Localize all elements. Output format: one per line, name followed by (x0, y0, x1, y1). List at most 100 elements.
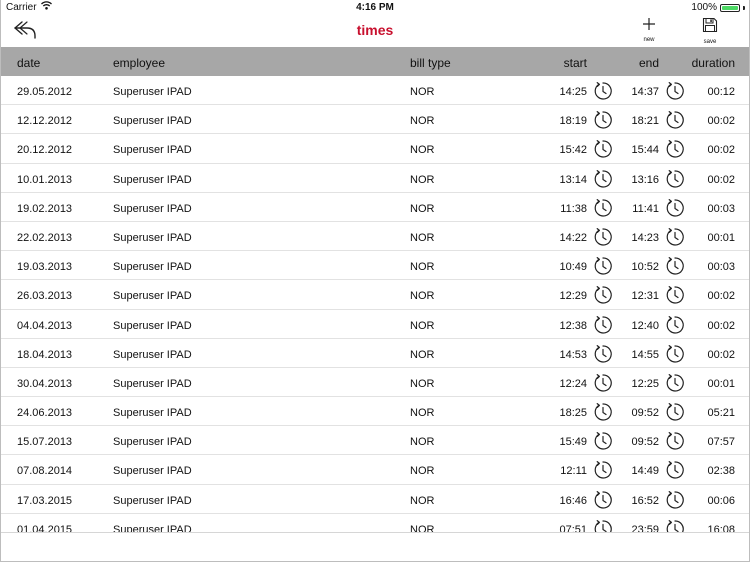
row-start-time: 07:51 (559, 523, 587, 532)
row-date: 15.07.2013 (17, 436, 73, 449)
table-row[interactable]: 18.04.2013 Superuser IPAD NOR 14:53 14:55 00:… (1, 339, 749, 368)
table-row[interactable]: 26.03.2013 Superuser IPAD NOR 12:29 12:31 00:… (1, 280, 749, 310)
row-employee: Superuser IPAD (113, 115, 192, 128)
row-duration: 05:21 (707, 407, 735, 420)
status-right: 100% (691, 0, 745, 15)
table-row[interactable]: 10.01.2013 Superuser IPAD NOR 13:14 13:16 00:… (1, 164, 749, 193)
clock-reset-icon[interactable] (665, 315, 685, 335)
row-bill-type: NOR (410, 290, 435, 303)
table-row[interactable]: 07.08.2014 Superuser IPAD NOR 12:11 14:49 02:… (1, 455, 749, 485)
floppy-disk-icon (702, 17, 718, 33)
row-duration: 00:02 (707, 319, 735, 332)
clock-reset-icon[interactable] (593, 373, 613, 393)
table-row[interactable]: 01.04.2015 Superuser IPAD NOR 07:51 23:59 16:… (1, 514, 749, 532)
row-end-time: 16:52 (631, 494, 659, 507)
clock-reset-icon[interactable] (593, 256, 613, 276)
clock-reset-icon[interactable] (665, 169, 685, 189)
clock-reset-icon[interactable] (665, 431, 685, 451)
table-row[interactable]: 22.02.2013 Superuser IPAD NOR 14:22 14:23 00:… (1, 222, 749, 252)
row-employee: Superuser IPAD (113, 173, 192, 186)
row-start-time: 14:53 (559, 348, 587, 361)
row-end-time: 14:55 (631, 348, 659, 361)
row-date: 19.03.2013 (17, 261, 73, 274)
clock-reset-icon[interactable] (665, 81, 685, 101)
status-bar: Carrier 4:16 PM 100% (1, 0, 749, 15)
row-end-time: 10:52 (631, 261, 659, 274)
clock-reset-icon[interactable] (593, 315, 613, 335)
clock-reset-icon[interactable] (593, 490, 613, 510)
clock-reset-icon[interactable] (593, 431, 613, 451)
table-row[interactable]: 29.05.2012 Superuser IPAD NOR 14:25 14:37 00:… (1, 76, 749, 106)
clock-reset-icon[interactable] (665, 519, 685, 532)
times-list[interactable]: 29.05.2012 Superuser IPAD NOR 14:25 14:37 00:… (1, 76, 749, 532)
battery-icon (720, 3, 740, 12)
row-end-time: 09:52 (631, 436, 659, 449)
column-header-bill-type[interactable]: bill type (410, 56, 451, 70)
row-date: 17.03.2015 (17, 494, 73, 507)
clock-reset-icon[interactable] (665, 198, 685, 218)
table-header: date employee bill type start end durati… (1, 47, 749, 76)
save-button[interactable]: save (690, 17, 730, 45)
times-screen: Carrier 4:16 PM 100% times new save date… (0, 0, 750, 562)
row-bill-type: NOR (410, 231, 435, 244)
clock-reset-icon[interactable] (593, 227, 613, 247)
clock-reset-icon[interactable] (665, 227, 685, 247)
row-bill-type: NOR (410, 319, 435, 332)
clock-reset-icon[interactable] (593, 169, 613, 189)
table-row[interactable]: 15.07.2013 Superuser IPAD NOR 15:49 09:52 07:… (1, 426, 749, 456)
clock-reset-icon[interactable] (665, 373, 685, 393)
table-row[interactable]: 19.03.2013 Superuser IPAD NOR 10:49 10:52 00:… (1, 251, 749, 281)
clock-reset-icon[interactable] (665, 460, 685, 480)
clock-reset-icon[interactable] (593, 198, 613, 218)
clock-reset-icon[interactable] (665, 139, 685, 159)
clock-reset-icon[interactable] (665, 285, 685, 305)
row-bill-type: NOR (410, 86, 435, 98)
row-start-time: 12:24 (559, 377, 587, 390)
clock-reset-icon[interactable] (593, 110, 613, 130)
clock-reset-icon[interactable] (593, 139, 613, 159)
row-end-time: 12:40 (631, 319, 659, 332)
row-start-time: 13:14 (559, 173, 587, 186)
row-start-time: 18:25 (559, 407, 587, 420)
row-duration: 00:03 (707, 202, 735, 215)
clock-reset-icon[interactable] (593, 285, 613, 305)
row-duration: 00:02 (707, 173, 735, 186)
row-end-time: 14:37 (631, 86, 659, 98)
clock-reset-icon[interactable] (665, 402, 685, 422)
table-row[interactable]: 12.12.2012 Superuser IPAD NOR 18:19 18:21 00:… (1, 105, 749, 135)
clock-reset-icon[interactable] (593, 402, 613, 422)
column-header-start[interactable]: start (564, 56, 587, 70)
clock-reset-icon[interactable] (593, 460, 613, 480)
row-date: 18.04.2013 (17, 348, 73, 361)
column-header-duration[interactable]: duration (692, 56, 735, 70)
clock-reset-icon[interactable] (665, 110, 685, 130)
table-row[interactable]: 24.06.2013 Superuser IPAD NOR 18:25 09:52 05:… (1, 397, 749, 427)
row-duration: 00:12 (707, 86, 735, 98)
table-row[interactable]: 30.04.2013 Superuser IPAD NOR 12:24 12:25 00:… (1, 368, 749, 398)
row-employee: Superuser IPAD (113, 144, 192, 157)
table-row[interactable]: 04.04.2013 Superuser IPAD NOR 12:38 12:40 00:… (1, 310, 749, 339)
row-date: 10.01.2013 (17, 173, 73, 186)
battery-tip (743, 5, 745, 10)
row-end-time: 14:49 (631, 465, 659, 478)
clock-reset-icon[interactable] (593, 344, 613, 364)
row-date: 26.03.2013 (17, 290, 73, 303)
clock-reset-icon[interactable] (665, 490, 685, 510)
table-row[interactable]: 19.02.2013 Superuser IPAD NOR 11:38 11:41 00:… (1, 193, 749, 222)
status-time: 4:16 PM (356, 2, 394, 13)
row-employee: Superuser IPAD (113, 465, 192, 478)
clock-reset-icon[interactable] (593, 519, 613, 532)
new-button[interactable]: new (629, 17, 669, 43)
clock-reset-icon[interactable] (665, 344, 685, 364)
column-header-end[interactable]: end (639, 56, 659, 70)
column-header-date[interactable]: date (17, 56, 40, 70)
row-start-time: 12:11 (560, 465, 587, 478)
table-row[interactable]: 20.12.2012 Superuser IPAD NOR 15:42 15:44 00:… (1, 134, 749, 164)
row-duration: 00:03 (707, 261, 735, 274)
table-row[interactable]: 17.03.2015 Superuser IPAD NOR 16:46 16:52 00:… (1, 485, 749, 514)
clock-reset-icon[interactable] (665, 256, 685, 276)
column-header-employee[interactable]: employee (113, 56, 165, 70)
row-date: 29.05.2012 (17, 86, 73, 98)
new-button-label: new (643, 37, 655, 43)
clock-reset-icon[interactable] (593, 81, 613, 101)
